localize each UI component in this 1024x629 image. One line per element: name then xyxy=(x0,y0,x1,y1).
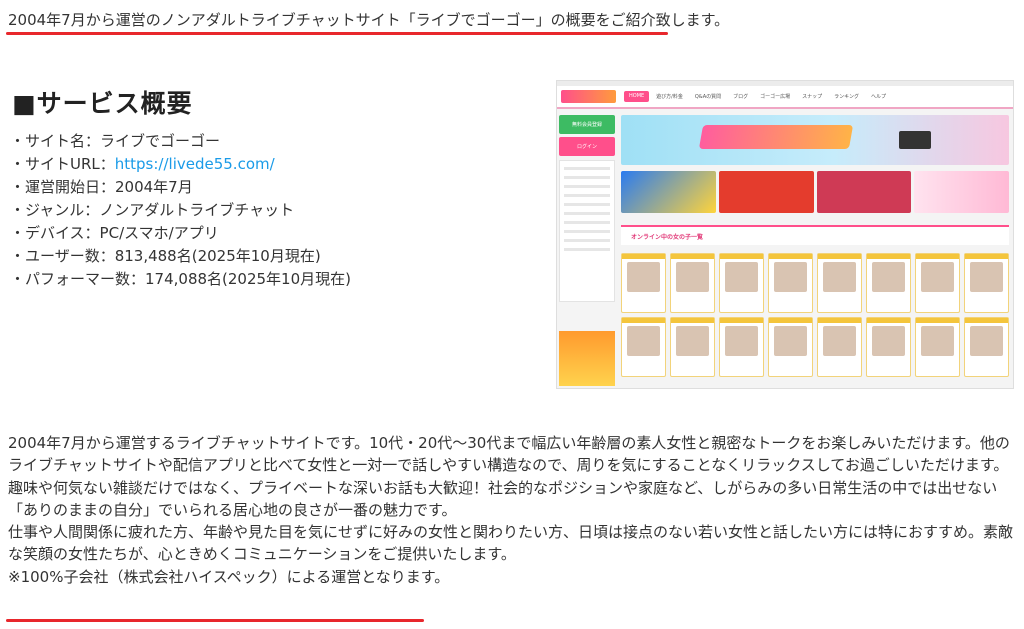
performer-card xyxy=(915,317,960,377)
operator-note-underline xyxy=(6,619,424,622)
nav-item: ヘルプ xyxy=(871,94,887,100)
site-screenshot: HOME 遊び方/料金 Q&Aの質問 ブログ ゴーゴー広場 スナップ ランキング… xyxy=(556,80,1014,389)
intro-text: 2004年7月から運営のノンアダルトライブチャットサイト「ライブでゴーゴー」の概… xyxy=(8,11,730,29)
description-paragraph: 趣味や何気ない雑談だけではなく、プライベートな深いお話も大歓迎！社会的なポジショ… xyxy=(8,478,998,519)
promo-banner xyxy=(718,171,814,213)
performer-card xyxy=(621,317,666,377)
promo-banner xyxy=(816,171,912,213)
info-site-name: ・サイト名：ライブでゴーゴー xyxy=(10,132,221,150)
login-button: ログイン xyxy=(559,137,615,156)
nav-item: Q&Aの質問 xyxy=(694,94,722,100)
operator-note: ※100%子会社（株式会社ハイスペック）による運営となります。 xyxy=(8,567,450,586)
performer-card xyxy=(768,253,813,313)
description-paragraph: 2004年7月から運営するライブチャットサイトです。10代・20代～30代まで幅… xyxy=(8,434,1010,475)
performer-card xyxy=(817,317,862,377)
info-device: ・デバイス：PC/スマホ/アプリ xyxy=(10,224,219,242)
info-site-url-label: ・サイトURL： xyxy=(10,155,115,173)
performer-card xyxy=(915,253,960,313)
service-info-list: ・サイト名：ライブでゴーゴー ・サイトURL：https://livede55.… xyxy=(10,130,351,291)
news-box xyxy=(559,160,615,302)
performer-card xyxy=(670,317,715,377)
screenshot-sidebar: 無料会員登録 ログイン xyxy=(559,115,615,302)
daily-ranking-banner xyxy=(559,331,615,386)
screenshot-nav: HOME 遊び方/料金 Q&Aの質問 ブログ ゴーゴー広場 スナップ ランキング… xyxy=(624,91,891,102)
online-heading-bar: オンライン中の女の子一覧 xyxy=(621,225,1009,245)
nav-item: ゴーゴー広場 xyxy=(760,94,791,100)
section-heading: ■サービス概要 xyxy=(12,89,193,118)
info-start-date: ・運営開始日：2004年7月 xyxy=(10,178,193,196)
performer-card xyxy=(768,317,813,377)
performer-card xyxy=(866,317,911,377)
info-performers: ・パフォーマー数：174,088名(2025年10月現在) xyxy=(10,270,351,288)
online-heading: オンライン中の女の子一覧 xyxy=(631,233,704,241)
nav-item: 遊び方/料金 xyxy=(656,94,683,100)
info-genre: ・ジャンル：ノンアダルトライブチャット xyxy=(10,201,295,219)
hero-banner xyxy=(621,115,1009,165)
nav-item: HOME xyxy=(624,91,650,102)
performer-card xyxy=(866,253,911,313)
description: 2004年7月から運営するライブチャットサイトです。10代・20代～30代まで幅… xyxy=(8,432,1016,588)
site-logo xyxy=(561,90,616,103)
performer-card xyxy=(621,253,666,313)
nav-item: スナップ xyxy=(802,94,823,100)
promo-banner xyxy=(621,171,716,213)
signup-button: 無料会員登録 xyxy=(559,115,615,134)
promo-banners xyxy=(621,171,1009,213)
site-url-link[interactable]: https://livede55.com/ xyxy=(115,155,275,173)
description-paragraph: 仕事や人間関係に疲れた方、年齢や見た目を気にせずに好みの女性と関わりたい方、日頃… xyxy=(8,523,1014,564)
performer-card xyxy=(670,253,715,313)
performer-grid xyxy=(621,253,1009,377)
performer-card xyxy=(719,317,764,377)
screenshot-header: HOME 遊び方/料金 Q&Aの質問 ブログ ゴーゴー広場 スナップ ランキング… xyxy=(557,86,1013,109)
nav-item: ブログ xyxy=(733,94,749,100)
performer-card xyxy=(964,317,1009,377)
info-users: ・ユーザー数：813,488名(2025年10月現在) xyxy=(10,247,321,265)
performer-card xyxy=(817,253,862,313)
promo-banner xyxy=(914,171,1009,213)
nav-item: ランキング xyxy=(834,94,860,100)
performer-card xyxy=(964,253,1009,313)
info-site-url: ・サイトURL：https://livede55.com/ xyxy=(10,153,351,176)
performer-card xyxy=(719,253,764,313)
screenshot-main: オンライン中の女の子一覧 xyxy=(621,115,1009,377)
intro-underline xyxy=(6,32,668,35)
